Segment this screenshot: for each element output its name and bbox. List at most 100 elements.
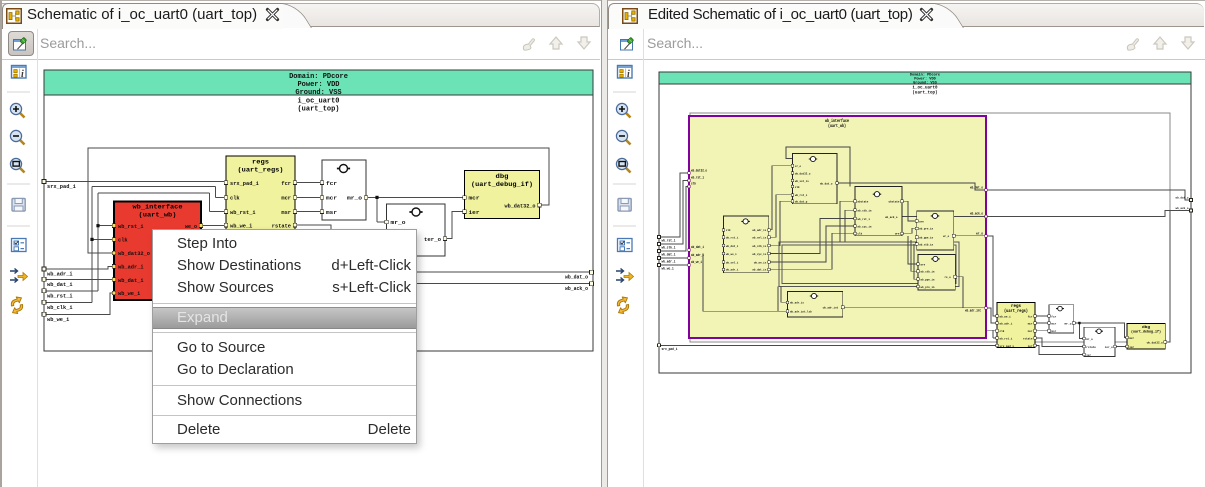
svg-text:clk: clk (858, 232, 863, 236)
svg-text:ier_o: ier_o (1105, 345, 1113, 349)
svg-text:wb_dat_o: wb_dat_o (1176, 196, 1189, 200)
svg-text:wb_ppe_in: wb_ppe_in (919, 236, 933, 240)
svg-text:wb_stb_in: wb_stb_in (919, 243, 933, 247)
svg-text:wb_stb_in: wb_stb_in (921, 270, 935, 274)
svg-text:wre: wre (921, 263, 926, 266)
svg-text:wre: wre (895, 233, 900, 236)
svg-text:wb_adr_i: wb_adr_i (662, 260, 676, 264)
svg-text:wb_rst_i: wb_rst_i (118, 224, 144, 230)
svg-text:wb_interface: wb_interface (825, 118, 849, 124)
svg-text:wb_we_i: wb_we_i (47, 317, 69, 323)
svg-text:wb_rst_i: wb_rst_i (47, 293, 73, 299)
svg-text:wb_ack_o: wb_ack_o (970, 212, 983, 216)
svg-text:wb_ack_o: wb_ack_o (1176, 206, 1189, 210)
svg-text:srx_pad_i: srx_pad_i (1000, 344, 1015, 348)
svg-text:ier: ier (1028, 344, 1033, 348)
svg-text:wbstate: wbstate (889, 200, 900, 204)
svg-text:(uart_debug_if): (uart_debug_if) (1131, 329, 1161, 334)
svg-text:ier: ier (1129, 345, 1134, 349)
svg-text:wb_dat_i: wb_dat_i (691, 245, 704, 249)
svg-text:wb_adr_is: wb_adr_is (790, 301, 804, 305)
svg-text:wb_rst_i: wb_rst_i (1000, 337, 1013, 341)
svg-text:rstate: rstate (1023, 338, 1033, 341)
svg-text:fcr: fcr (1028, 315, 1033, 319)
svg-text:Domain: PDcore: Domain: PDcore (289, 73, 348, 81)
svg-text:ter_o: ter_o (424, 236, 442, 243)
svg-text:wb_adr_i: wb_adr_i (726, 268, 739, 272)
svg-text:clk: clk (726, 228, 731, 232)
svg-text:re_o: re_o (945, 276, 951, 279)
svg-text:wb_interface: wb_interface (133, 204, 183, 212)
svg-text:wbstate: wbstate (858, 200, 869, 204)
svg-text:wb_we_i: wb_we_i (726, 252, 737, 256)
svg-text:Power: VDD: Power: VDD (297, 81, 339, 89)
svg-text:wb_pre_in: wb_pre_in (919, 227, 933, 231)
svg-text:wb_we_i: wb_we_i (691, 260, 702, 264)
svg-text:clk: clk (691, 182, 696, 186)
svg-text:srx_pad_i: srx_pad_i (230, 181, 259, 187)
svg-text:wb_clk_i: wb_clk_i (47, 305, 73, 311)
svg-text:wb_adr_i: wb_adr_i (47, 272, 73, 278)
svg-text:(uart_wb): (uart_wb) (139, 212, 177, 220)
svg-text:wb_dat_i: wb_dat_i (726, 244, 739, 248)
svg-text:(uart_top): (uart_top) (297, 106, 339, 114)
svg-text:i_oc_uart0: i_oc_uart0 (912, 86, 938, 91)
svg-text:wb_cyc_is: wb_cyc_is (752, 252, 766, 256)
svg-text:fcr: fcr (326, 180, 337, 187)
svg-text:wb_sel_i: wb_sel_i (726, 260, 739, 264)
svg-text:wb_stb_in: wb_stb_in (858, 209, 872, 213)
svg-text:wb_rst_i: wb_rst_i (230, 210, 256, 216)
svg-text:mcr: mcr (281, 196, 291, 202)
svg-text:wb_dat32_o: wb_dat32_o (795, 172, 811, 176)
svg-text:wb_cyc_in: wb_cyc_in (858, 224, 872, 228)
svg-text:wb_dat_o: wb_dat_o (565, 275, 588, 281)
svg-text:wb_we_is: wb_we_is (754, 260, 767, 264)
svg-text:mr_o: mr_o (347, 195, 363, 202)
svg-text:wb_rst_i: wb_rst_i (691, 176, 704, 180)
svg-text:msr: msr (1051, 330, 1056, 333)
svg-text:(uart_debug_if): (uart_debug_if) (471, 181, 533, 189)
svg-text:mcr: mcr (1028, 323, 1033, 326)
svg-text:ier: ier (1086, 353, 1091, 357)
svg-text:wb_dat32_o: wb_dat32_o (691, 168, 707, 172)
svg-text:dbg: dbg (1142, 325, 1151, 330)
svg-text:Ground: VSS: Ground: VSS (295, 89, 341, 97)
svg-text:msr: msr (1028, 330, 1033, 333)
svg-text:wb_dat_o: wb_dat_o (820, 181, 833, 185)
svg-text:wr_o: wr_o (943, 235, 949, 238)
svg-text:mcr: mcr (1129, 337, 1134, 340)
svg-text:clk: clk (1000, 329, 1005, 333)
svg-text:wb_dat_p: wb_dat_p (795, 200, 808, 204)
svg-text:wb_clk_i: wb_clk_i (662, 246, 676, 250)
svg-text:mr_o: mr_o (391, 219, 407, 226)
svg-text:wb_pre_in: wb_pre_in (921, 285, 935, 289)
svg-text:wb_rst_i: wb_rst_i (795, 193, 808, 197)
svg-text:wb_adr_i: wb_adr_i (1000, 322, 1013, 326)
svg-text:wb_dat32_o: wb_dat32_o (118, 251, 150, 257)
svg-text:wb_rst_i: wb_rst_i (726, 236, 739, 240)
svg-text:wb_dat32_o: wb_dat32_o (505, 202, 537, 209)
svg-text:Ground: VSS: Ground: VSS (913, 80, 938, 85)
svg-text:wb_ppe_in: wb_ppe_in (921, 278, 935, 282)
svg-text:ier: ier (469, 209, 480, 216)
svg-text:clk: clk (230, 196, 240, 202)
svg-text:wb_stb_is: wb_stb_is (752, 244, 766, 248)
svg-text:wb_adr_i: wb_adr_i (118, 265, 144, 271)
svg-text:wb_rst_i: wb_rst_i (858, 217, 871, 221)
svg-text:wb_sel_is: wb_sel_is (795, 179, 809, 183)
svg-text:i_oc_uart0: i_oc_uart0 (297, 98, 339, 106)
svg-text:wb_dat_o: wb_dat_o (970, 185, 983, 189)
svg-text:wb_sel_is: wb_sel_is (752, 236, 766, 240)
svg-text:mr_o: mr_o (1086, 338, 1093, 341)
svg-text:wb_dat_is: wb_dat_is (752, 268, 766, 272)
svg-text:clk: clk (795, 185, 800, 189)
svg-text:wb_ack_o: wb_ack_o (885, 215, 898, 219)
svg-text:fcr: fcr (1051, 315, 1056, 319)
svg-text:wb_dat32_o: wb_dat32_o (1147, 341, 1163, 345)
svg-text:rstate: rstate (1086, 346, 1096, 349)
svg-text:wb_adr_int: wb_adr_int (965, 309, 981, 313)
svg-text:clk: clk (118, 238, 128, 244)
svg-text:wb_we_i: wb_we_i (1000, 315, 1011, 319)
svg-text:srx_pad_i: srx_pad_i (47, 184, 76, 190)
svg-text:wb_adr_i: wb_adr_i (691, 253, 704, 257)
